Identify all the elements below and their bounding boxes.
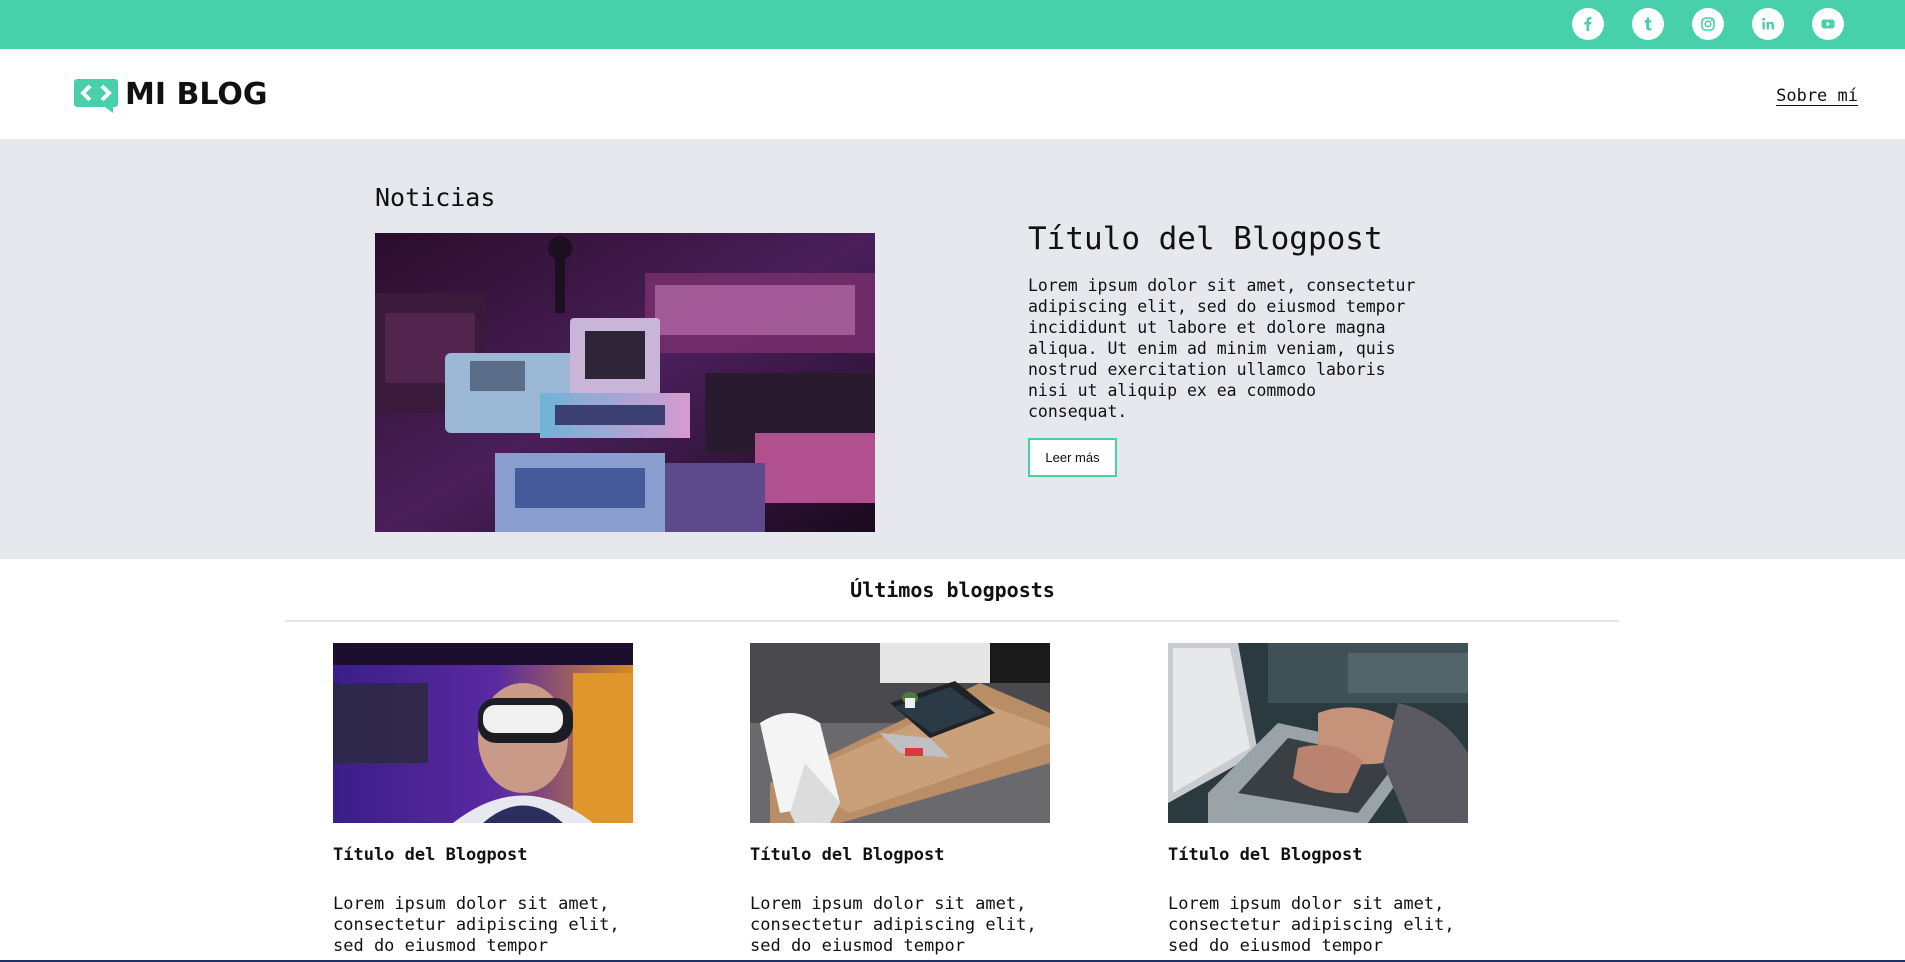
tumblr-link[interactable]: [1632, 8, 1664, 40]
latest-posts-title: Últimos blogposts: [850, 578, 1055, 602]
blogpost-title[interactable]: Título del Blogpost: [1168, 845, 1468, 865]
read-more-button[interactable]: Leer más: [1028, 438, 1117, 477]
laptop-desk-photo: [750, 643, 1050, 823]
typing-laptop-photo: [1168, 643, 1468, 823]
blogpost-excerpt: Lorem ipsum dolor sit amet, consectetur …: [750, 894, 1037, 956]
vr-headset-photo: [333, 643, 633, 823]
linkedin-icon: [1762, 17, 1774, 30]
blogpost-image[interactable]: [750, 643, 1050, 823]
youtube-link[interactable]: [1812, 8, 1844, 40]
instagram-link[interactable]: [1692, 8, 1724, 40]
featured-post-image[interactable]: [375, 233, 875, 532]
logo-code-bubble-icon: [74, 79, 118, 113]
site-header: MI BLOG Sobre mí: [0, 49, 1905, 139]
retro-computers-photo: [375, 233, 875, 532]
featured-section: Noticias Título del Blogpost Lorem ipsum…: [0, 139, 1905, 559]
tumblr-icon: [1644, 17, 1652, 31]
featured-post-excerpt: Lorem ipsum dolor sit amet, consectetur …: [1028, 276, 1416, 421]
blogpost-title[interactable]: Título del Blogpost: [333, 845, 633, 865]
section-divider: [285, 620, 1619, 622]
blogpost-card[interactable]: Título del Blogpost Lorem ipsum dolor si…: [1168, 643, 1468, 957]
nav-link-about[interactable]: Sobre mí: [1776, 86, 1858, 106]
featured-section-title: Noticias: [375, 183, 496, 212]
blogpost-image[interactable]: [1168, 643, 1468, 823]
facebook-icon: [1584, 17, 1592, 31]
logo-text: MI BLOG: [125, 77, 268, 112]
social-bar: [0, 0, 1905, 49]
facebook-link[interactable]: [1572, 8, 1604, 40]
blogpost-image[interactable]: [333, 643, 633, 823]
blogpost-card[interactable]: Título del Blogpost Lorem ipsum dolor si…: [750, 643, 1050, 957]
featured-post-title[interactable]: Título del Blogpost: [1028, 221, 1383, 257]
blogpost-card[interactable]: Título del Blogpost Lorem ipsum dolor si…: [333, 643, 633, 957]
blogpost-excerpt: Lorem ipsum dolor sit amet, consectetur …: [1168, 894, 1455, 956]
linkedin-link[interactable]: [1752, 8, 1784, 40]
instagram-icon: [1701, 17, 1715, 31]
blogpost-title[interactable]: Título del Blogpost: [750, 845, 1050, 865]
blogpost-excerpt: Lorem ipsum dolor sit amet, consectetur …: [333, 894, 620, 956]
youtube-icon: [1821, 19, 1835, 29]
site-logo[interactable]: MI BLOG: [73, 77, 268, 113]
